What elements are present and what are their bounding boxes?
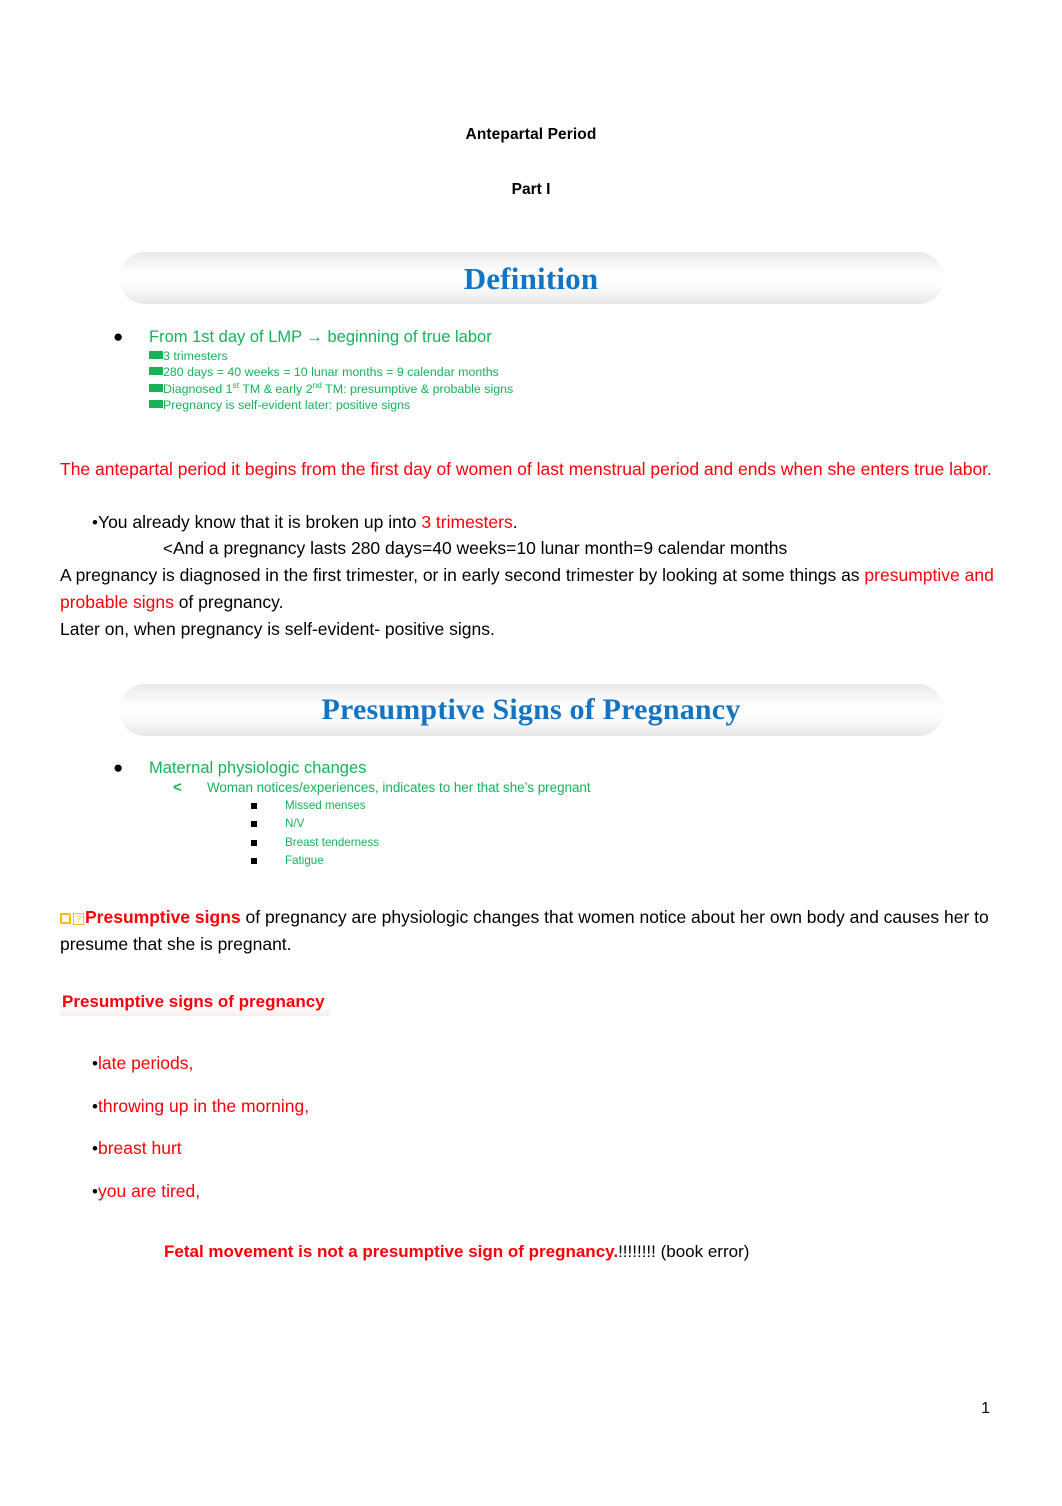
list-item-label: Fatigue bbox=[285, 854, 324, 868]
list-item-label: 3 trimesters bbox=[163, 348, 228, 363]
list-item: Missed menses bbox=[251, 797, 1002, 816]
slide-list-level2: 3 trimesters 280 days = 40 weeks = 10 lu… bbox=[95, 348, 1002, 414]
book-error-note: Fetal movement is not a presumptive sign… bbox=[164, 1242, 750, 1262]
missing-glyph-icon: ? bbox=[73, 912, 84, 925]
list-item: 3 trimesters bbox=[149, 348, 1002, 365]
bullet-dot-icon: • bbox=[92, 1096, 98, 1116]
page-subtitle: Part I bbox=[511, 181, 551, 199]
presumptive-signs-subheading: Presumptive signs of pregnancy bbox=[60, 987, 331, 1017]
definition-banner-title: Definition bbox=[463, 260, 599, 296]
slide-list-level2-text: Woman notices/experiences, indicates to … bbox=[207, 780, 591, 796]
list-item: N/V bbox=[251, 815, 1002, 834]
list-item-label: you are tired, bbox=[98, 1180, 201, 1201]
definition-slide-list: ● From 1st day of LMP → beginning of tru… bbox=[60, 304, 1002, 414]
list-item-label-superscript: Diagnosed 1st TM & early 2nd TM: presump… bbox=[163, 379, 514, 396]
list-item-label: Pregnancy is self-evident later: positiv… bbox=[163, 398, 411, 413]
slide-list-level1-row: ● Maternal physiologic changes bbox=[95, 755, 1002, 779]
page-number: 1 bbox=[981, 1400, 990, 1417]
list-item: Diagnosed 1st TM & early 2nd TM: presump… bbox=[149, 379, 1002, 398]
presumptive-slide-list: ● Maternal physiologic changes < Woman n… bbox=[60, 736, 1002, 870]
list-item: 280 days = 40 weeks = 10 lunar months = … bbox=[149, 364, 1002, 381]
list-item-label: Breast tenderness bbox=[285, 835, 380, 849]
definition-banner: Definition bbox=[118, 252, 944, 305]
bullet-dot-icon: • bbox=[92, 1054, 98, 1074]
slide-list-level1-text: Maternal physiologic changes bbox=[149, 759, 367, 778]
list-item-label: 280 days = 40 weeks = 10 lunar months = … bbox=[163, 365, 499, 380]
list-item: Fatigue bbox=[251, 852, 1002, 871]
notes-bullet-row: • You already know that it is broken up … bbox=[60, 509, 1002, 536]
list-item: • breast hurt bbox=[60, 1119, 1002, 1162]
presumptive-signs-list: • late periods, • throwing up in the mor… bbox=[60, 1016, 1002, 1204]
yellow-square-bullet-icon bbox=[60, 912, 71, 924]
notes-subbullet-row: < And a pregnancy lasts 280 days=40 week… bbox=[60, 535, 1002, 562]
definition-notes: The antepartal period it begins from the… bbox=[60, 414, 1002, 643]
page-title: Antepartal Period bbox=[465, 126, 597, 143]
slide-list-level3: Missed menses N/V Breast tenderness Fati… bbox=[95, 797, 1002, 871]
green-square-bullet-icon bbox=[149, 367, 163, 376]
black-square-bullet-icon bbox=[251, 839, 285, 846]
red-paragraph: The antepartal period it begins from the… bbox=[60, 458, 992, 479]
bullet-dot-icon: ● bbox=[113, 758, 124, 778]
bullet-dot-icon: • bbox=[92, 1181, 98, 1201]
positive-signs-paragraph: Later on, when pregnancy is self-evident… bbox=[60, 618, 495, 639]
list-item-label: late periods, bbox=[98, 1053, 194, 1074]
list-item: Pregnancy is self-evident later: positiv… bbox=[149, 397, 1002, 414]
list-item: • late periods, bbox=[60, 1034, 1002, 1077]
notes-bullet-text: You already know that it is broken up in… bbox=[98, 511, 518, 532]
notes-subbullet-text: And a pregnancy lasts 280 days=40 weeks=… bbox=[172, 538, 788, 559]
definition-banner-wrap: Definition bbox=[60, 198, 1002, 305]
presumptive-definition-paragraph: ? Presumptive signs of pregnancy are phys… bbox=[60, 906, 989, 954]
list-item-label: Missed menses bbox=[285, 798, 366, 812]
document-page: Antepartal Period Part I Definition ● Fr… bbox=[0, 0, 1062, 1506]
bullet-dot-icon: ● bbox=[113, 327, 124, 347]
list-item-label: breast hurt bbox=[98, 1138, 182, 1159]
presumptive-notes: ? Presumptive signs of pregnancy are phys… bbox=[60, 871, 1002, 1264]
presumptive-banner: Presumptive Signs of Pregnancy bbox=[118, 684, 944, 737]
black-square-bullet-icon bbox=[251, 821, 285, 828]
black-square-bullet-icon bbox=[251, 858, 285, 865]
list-item: Breast tenderness bbox=[251, 834, 1002, 853]
angle-bullet-icon: < bbox=[163, 539, 173, 559]
bullet-dot-icon: • bbox=[92, 512, 98, 532]
bullet-dot-icon: • bbox=[92, 1139, 98, 1159]
slide-list-level2-row: < Woman notices/experiences, indicates t… bbox=[95, 779, 1002, 796]
list-item: • throwing up in the morning, bbox=[60, 1077, 1002, 1120]
black-square-bullet-icon bbox=[251, 802, 285, 809]
slide-list-level1-row: ● From 1st day of LMP → beginning of tru… bbox=[95, 324, 1002, 348]
green-square-bullet-icon bbox=[149, 383, 163, 392]
presumptive-banner-wrap: Presumptive Signs of Pregnancy bbox=[60, 642, 1002, 737]
slide-list-level1-text: From 1st day of LMP → beginning of true … bbox=[149, 328, 492, 347]
list-item-label: throwing up in the morning, bbox=[98, 1095, 310, 1116]
green-square-bullet-icon bbox=[149, 400, 163, 409]
green-square-bullet-icon bbox=[149, 350, 163, 359]
list-item-label: N/V bbox=[285, 817, 305, 831]
diagnosis-paragraph: A pregnancy is diagnosed in the first tr… bbox=[60, 564, 994, 612]
presumptive-banner-title: Presumptive Signs of Pregnancy bbox=[321, 693, 741, 727]
angle-bullet-icon: < bbox=[173, 779, 182, 797]
list-item: • you are tired, bbox=[60, 1162, 1002, 1205]
